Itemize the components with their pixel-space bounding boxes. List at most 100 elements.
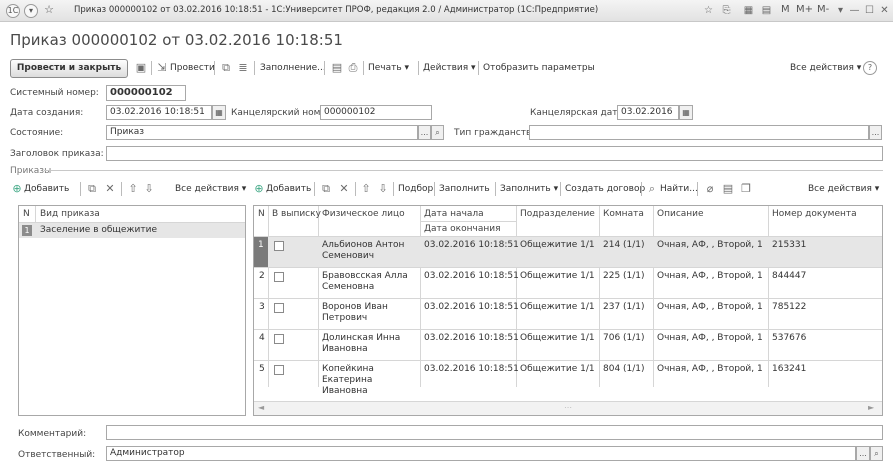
extract-checkbox[interactable] [274, 272, 284, 282]
description-cell: Очная, АФ, , Второй, 1 [657, 364, 763, 374]
post-button[interactable]: Провести [170, 63, 215, 73]
fill-menu-button[interactable]: Заполнить ▾ [500, 184, 558, 194]
horizontal-scrollbar[interactable]: ◄ ⋯ ► [254, 401, 882, 415]
row-number: 2 [259, 271, 265, 281]
column-header-extract[interactable]: В выписку [272, 209, 321, 219]
office-number-field[interactable]: 000000102 [320, 105, 432, 120]
link-icon[interactable]: ⎘ [720, 4, 733, 17]
table-row[interactable]: 1 Альбионов Антон Семенович 03.02.2016 1… [254, 237, 882, 267]
app-menu-icon[interactable]: 1С [6, 4, 20, 18]
created-date-field[interactable]: 03.02.2016 10:18:51 [106, 105, 212, 120]
structure-icon[interactable]: ⧉ [219, 61, 233, 75]
post-icon[interactable]: ⇲ [155, 61, 169, 75]
post-and-close-button[interactable]: Провести и закрыть [10, 59, 128, 78]
right-all-actions-button[interactable]: Все действия ▾ [808, 184, 879, 194]
copy-icon[interactable]: ⧉ [85, 182, 99, 196]
memory-plus-button[interactable]: M+ [796, 4, 813, 15]
actions-menu-button[interactable]: Действия ▾ [423, 63, 476, 73]
ellipsis-button[interactable]: ... [856, 446, 870, 461]
ellipsis-button[interactable]: ... [869, 125, 882, 140]
add-icon[interactable]: ⊕ [10, 182, 24, 196]
scroll-left-icon[interactable]: ◄ [258, 403, 264, 412]
column-header-n[interactable]: N [258, 209, 265, 219]
fill-button[interactable]: Заполнение... [260, 63, 326, 73]
state-field[interactable]: Приказ [106, 125, 418, 140]
calculator-icon[interactable]: ▦ [742, 4, 755, 17]
memory-minus-button[interactable]: M- [817, 4, 829, 15]
show-params-button[interactable]: Отобразить параметры [483, 63, 595, 73]
delete-icon[interactable]: ✕ [337, 182, 351, 196]
save-icon[interactable]: ▣ [134, 61, 148, 75]
create-contract-button[interactable]: Создать договор [565, 184, 645, 194]
table-row[interactable]: 4 Долинская Инна Ивановна 03.02.2016 10:… [254, 330, 882, 360]
help-icon[interactable]: ? [863, 61, 877, 75]
calendar-icon[interactable]: ▦ [679, 105, 693, 120]
move-up-icon[interactable]: ⇧ [359, 182, 373, 196]
ellipsis-button[interactable]: ... [418, 125, 431, 140]
calendar-icon[interactable]: ▤ [760, 4, 773, 17]
responsible-field[interactable]: Администратор [106, 446, 856, 461]
column-header-end[interactable]: Дата окончания [424, 224, 500, 234]
memory-m-button[interactable]: M [781, 4, 790, 15]
office-date-field[interactable]: 03.02.2016 [617, 105, 679, 120]
find-button[interactable]: Найти... [660, 184, 698, 194]
move-down-icon[interactable]: ⇩ [376, 182, 390, 196]
right-add-button[interactable]: Добавить [266, 184, 311, 194]
column-header-person[interactable]: Физическое лицо [322, 209, 405, 219]
scroll-right-icon[interactable]: ► [868, 403, 874, 412]
search-icon[interactable]: ⌕ [870, 446, 883, 461]
star-icon[interactable]: ☆ [42, 4, 56, 18]
toolbar-separator [121, 182, 122, 196]
dropdown-icon[interactable]: ▾ [834, 4, 847, 17]
left-add-button[interactable]: Добавить [24, 184, 69, 194]
table-row[interactable]: 5 Копейкина Екатерина Ивановна 03.02.201… [254, 361, 882, 396]
move-down-icon[interactable]: ⇩ [142, 182, 156, 196]
search-icon[interactable]: ⌕ [431, 125, 444, 140]
cancel-search-icon[interactable]: ⌀ [703, 182, 717, 196]
system-number-field[interactable]: 000000102 [106, 85, 186, 101]
table-row[interactable]: 3 Воронов Иван Петрович 03.02.2016 10:18… [254, 299, 882, 329]
column-header-desc[interactable]: Описание [657, 209, 704, 219]
chevron-down-icon[interactable]: ▾ [24, 4, 38, 18]
person-cell: Альбионов Антон Семенович [322, 240, 405, 261]
print-menu-button[interactable]: Печать ▾ [368, 63, 409, 73]
print-preview-icon[interactable]: ▤ [330, 61, 344, 75]
column-header-doc[interactable]: Номер документа [772, 209, 857, 219]
fill-button[interactable]: Заполнить [439, 184, 490, 194]
close-icon[interactable]: ✕ [878, 4, 891, 17]
extract-checkbox[interactable] [274, 303, 284, 313]
column-header-start[interactable]: Дата начала [424, 209, 484, 219]
search-icon[interactable]: ⌕ [645, 182, 659, 196]
copy-list-icon[interactable]: ❐ [739, 182, 753, 196]
maximize-icon[interactable]: ☐ [863, 4, 876, 17]
calendar-icon[interactable]: ▦ [212, 105, 226, 120]
created-label: Дата создания: [10, 108, 84, 118]
list-icon[interactable]: ≣ [236, 61, 250, 75]
all-actions-menu-button[interactable]: Все действия ▾ [790, 63, 861, 73]
extract-checkbox[interactable] [274, 241, 284, 251]
minimize-icon[interactable]: — [848, 4, 861, 17]
column-header-room[interactable]: Комната [603, 209, 644, 219]
pick-button[interactable]: Подбор [398, 184, 433, 194]
heading-field[interactable] [106, 146, 883, 161]
table-row[interactable]: 1 Заселение в общежитие [19, 223, 245, 238]
comment-field[interactable] [106, 425, 883, 440]
citizenship-field[interactable] [529, 125, 869, 140]
column-header-n[interactable]: N [23, 209, 30, 219]
column-header-kind[interactable]: Вид приказа [40, 209, 100, 219]
delete-icon[interactable]: ✕ [103, 182, 117, 196]
left-all-actions-button[interactable]: Все действия ▾ [175, 184, 246, 194]
report-icon[interactable]: ▤ [721, 182, 735, 196]
extract-checkbox[interactable] [274, 334, 284, 344]
scroll-grip-icon[interactable]: ⋯ [564, 403, 572, 412]
extract-checkbox[interactable] [274, 365, 284, 375]
copy-icon[interactable]: ⧉ [319, 182, 333, 196]
toolbar-separator [324, 61, 325, 75]
table-row[interactable]: 2 Бравовсская Алла Семеновна 03.02.2016 … [254, 268, 882, 298]
print-label: Печать [368, 63, 402, 73]
move-up-icon[interactable]: ⇧ [126, 182, 140, 196]
favorite-icon[interactable]: ☆ [702, 4, 715, 17]
add-icon[interactable]: ⊕ [252, 182, 266, 196]
printer-icon[interactable]: ⎙ [346, 61, 360, 75]
column-header-dept[interactable]: Подразделение [520, 209, 595, 219]
